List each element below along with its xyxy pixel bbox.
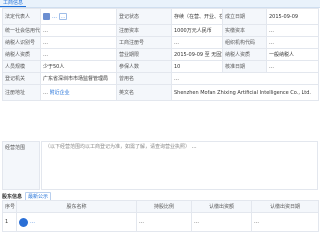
established-value: 2015-09-09 <box>266 8 319 25</box>
shareholders-header-row: 序号 股东名称 持股比例 认缴出资额 认缴出资日期 <box>2 200 319 213</box>
history-value: … <box>171 72 319 85</box>
insured-label: 参保人数 <box>116 60 172 73</box>
authority-value: 广东省深圳市市场监督管理局 <box>40 72 117 85</box>
legal-rep-badge[interactable]: … <box>59 13 67 20</box>
row-index: 1 <box>2 212 17 232</box>
paid-capital-label: 实缴资本 <box>222 24 267 37</box>
legal-rep-label: 法定代表人 <box>2 8 41 25</box>
org-code-value: … <box>266 36 319 49</box>
approval-label: 核准日期 <box>222 60 267 73</box>
taxpayer-qual-label: 纳税人资质 <box>222 48 267 61</box>
reg-no-value: … <box>171 36 223 49</box>
col-name: 股东名称 <box>16 200 137 213</box>
org-code-label: 组织机构代码 <box>222 36 267 49</box>
tax-id-value: … <box>40 36 117 49</box>
legal-rep-cell: … … <box>40 8 117 25</box>
row-holder[interactable]: … <box>16 212 137 232</box>
reg-no-label: 工商注册号 <box>116 36 172 49</box>
info-row-1: 法定代表人 … … 登记状态 存续（在营、开业、在册） 成立日期 2015-09… <box>2 8 319 25</box>
credit-code-label: 统一社会信用代码 <box>2 24 41 37</box>
info-row-7: 注册地址 … 附近企业 英文名 Shenzhen Mofan Zhixing A… <box>2 84 319 101</box>
en-name-value: Shenzhen Mofan Zhixing Artificial Intell… <box>171 84 319 101</box>
col-amount: 认缴出资额 <box>191 200 252 213</box>
col-date: 认缴出资日期 <box>251 200 319 213</box>
business-scope-text: （以下经营范围均以工商登记为准，如需了解，请查询营业执照） … <box>41 141 318 190</box>
nearby-companies-link[interactable]: 附近企业 <box>50 90 70 96</box>
info-row-5: 人员规模 少于50人 参保人数 10 核准日期 … <box>2 60 319 73</box>
header-bar: 工商信息 <box>0 0 320 8</box>
shareholders-title[interactable]: 股东信息 <box>2 193 22 200</box>
row-date: … <box>251 212 319 232</box>
reg-capital-value: 1000万元人民币 <box>171 24 223 37</box>
col-ratio: 持股比例 <box>136 200 192 213</box>
reg-status-value: 存续（在营、开业、在册） <box>171 8 223 25</box>
business-scope-label: 经营范围 <box>2 141 40 190</box>
term-label: 营业期限 <box>116 48 172 61</box>
staff-label: 人员规模 <box>2 60 41 73</box>
tax-id-label: 纳税人识别号 <box>2 36 41 49</box>
established-label: 成立日期 <box>222 8 267 25</box>
tab-business-info[interactable]: 工商信息 <box>0 0 27 7</box>
row-amount: … <box>191 212 252 232</box>
business-scope-body: … <box>191 144 197 150</box>
legal-rep-avatar <box>43 13 50 20</box>
en-name-label: 英文名 <box>116 84 172 101</box>
table-row[interactable]: 1 … … … … <box>2 212 319 232</box>
reg-capital-label: 注册资本 <box>116 24 172 37</box>
insured-value: 10 <box>171 60 223 73</box>
paid-capital-value: … <box>266 24 319 37</box>
holder-logo-icon <box>19 217 28 227</box>
authority-label: 登记机关 <box>2 72 41 85</box>
info-row-3: 纳税人识别号 … 工商注册号 … 组织机构代码 … <box>2 36 319 49</box>
term-value: 2015-09-09 至 无固定期限 <box>171 48 223 61</box>
legal-rep-name[interactable]: … <box>52 14 57 20</box>
taxpayer-value: … <box>40 48 117 61</box>
info-row-4: 纳税人资质 … 营业期限 2015-09-09 至 无固定期限 纳税人资质 一般… <box>2 48 319 61</box>
shareholders-table: 序号 股东名称 持股比例 认缴出资额 认缴出资日期 1 … … … … <box>2 200 319 232</box>
reg-addr-cell: … 附近企业 <box>40 84 117 101</box>
info-row-6: 登记机关 广东省深圳市市场监督管理局 曾用名 … <box>2 72 319 85</box>
history-label: 曾用名 <box>116 72 172 85</box>
business-info-table: 法定代表人 … … 登记状态 存续（在营、开业、在册） 成立日期 2015-09… <box>2 8 319 101</box>
reg-status-label: 登记状态 <box>116 8 172 25</box>
row-ratio: … <box>136 212 192 232</box>
business-scope-note: （以下经营范围均以工商登记为准，如需了解，请查询营业执照） <box>45 144 191 150</box>
approval-value: … <box>266 60 319 73</box>
company-info-page: 工商信息 法定代表人 … … 登记状态 存续（在营、开业、在册） 成立日期 20… <box>0 0 320 240</box>
reg-addr-label: 注册地址 <box>2 84 41 101</box>
col-index: 序号 <box>2 200 17 213</box>
holder-name[interactable]: … <box>30 219 35 225</box>
taxpayer-label: 纳税人资质 <box>2 48 41 61</box>
info-row-2: 统一社会信用代码 … 注册资本 1000万元人民币 实缴资本 … <box>2 24 319 37</box>
reg-addr-value: … <box>43 90 48 96</box>
taxpayer-qual-value: 一般纳税人 <box>266 48 319 61</box>
staff-value: 少于50人 <box>40 60 117 73</box>
credit-code-value: … <box>40 24 117 37</box>
